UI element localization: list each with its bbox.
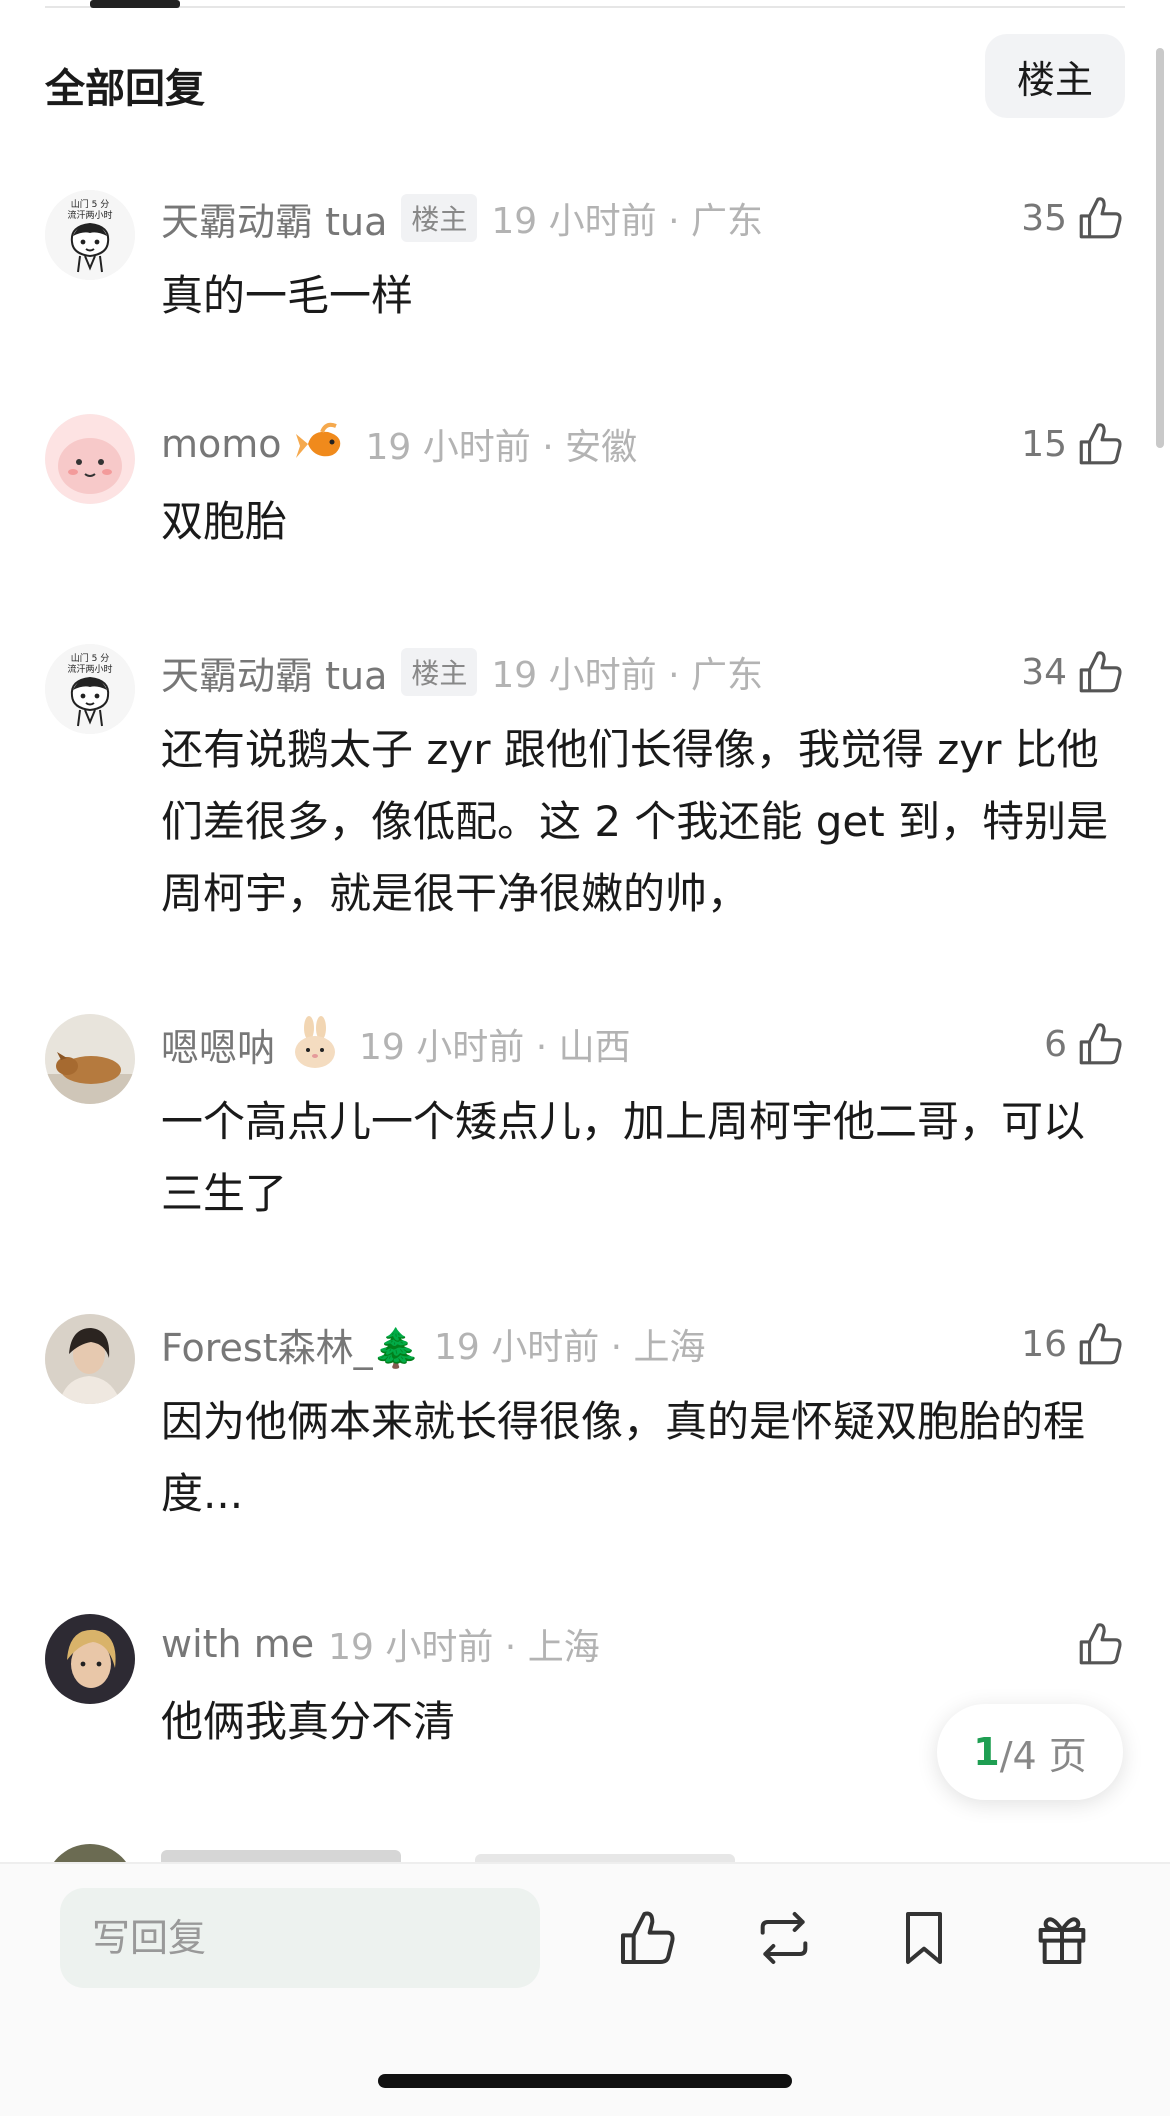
time-location: 19 小时前 · 山西 [359,1027,631,1068]
repost-icon[interactable] [752,1906,816,1970]
like-count: 15 [1021,423,1067,465]
like-button[interactable] [1067,1614,1125,1674]
total-pages: /4 页 [999,1733,1087,1778]
thumbs-up-icon [1079,423,1122,465]
op-only-filter-button[interactable]: 楼主 [985,34,1125,118]
comment-meta: Forest森林_🌲 19 小时前 · 上海 [161,1314,706,1374]
like-button[interactable]: 15 [1021,414,1125,474]
op-badge: 楼主 [401,648,478,696]
gift-icon[interactable] [1030,1906,1094,1970]
avatar[interactable]: 山门 5 分 流汗两小时 [45,190,135,280]
username[interactable]: momo [161,422,282,466]
username-placeholder [161,1850,401,1862]
avatar[interactable]: 山门 5 分 流汗两小时 [45,644,135,734]
comment-item: 山门 5 分 流汗两小时 天霸动霸 tua 楼主 19 小时前 · 广东 34 … [45,642,1125,922]
like-count: 34 [1021,651,1067,693]
like-button[interactable]: 16 [1021,1314,1125,1374]
comment-item: Forest森林_🌲 19 小时前 · 上海 16 因为他俩本来就长得很像，真的… [45,1314,1125,1518]
thumbs-up-icon [1079,1323,1122,1365]
username[interactable]: 天霸动霸 tua [161,645,387,700]
avatar[interactable] [45,1314,135,1404]
like-count: 16 [1021,1323,1067,1365]
time-location: 19 小时前 · 上海 [433,1327,706,1368]
top-divider [45,6,1125,8]
page-indicator[interactable]: 1/4 页 [937,1704,1123,1800]
username[interactable]: with me [161,1622,314,1666]
comment-meta: 天霸动霸 tua 楼主 19 小时前 · 广东 [161,188,763,248]
meme-avatar-icon: 山门 5 分 流汗两小时 [45,190,135,280]
thumbs-up-icon [1079,1023,1122,1065]
thumbs-up-icon [1079,197,1122,239]
comment-item: 山门 5 分 流汗两小时 天霸动霸 tua 楼主 19 小时前 · 广东 35 … [45,188,1125,320]
time-placeholder [475,1854,735,1862]
comment-meta: 嗯嗯呐 19 小时前 · 山西 [161,1014,631,1074]
thumbs-up-icon[interactable] [615,1906,679,1970]
goldfish-icon [295,422,340,458]
comment-meta: with me 19 小时前 · 上海 [161,1614,600,1674]
avatar-caption-2: 流汗两小时 [67,663,112,675]
avatar-caption-1: 山门 5 分 [71,652,109,664]
comment-text: 因为他俩本来就长得很像，真的是怀疑双胞胎的程度... [161,1397,1086,1518]
thumbs-up-icon [1079,1623,1122,1665]
home-indicator [378,2074,792,2088]
comment-text: 真的一毛一样 [161,271,414,320]
replies-header: 全部回复 楼主 [45,34,1125,118]
username[interactable]: 嗯嗯呐 [161,1017,275,1072]
like-button[interactable]: 34 [1021,642,1125,702]
portrait-avatar-icon [45,1314,135,1404]
like-count: 35 [1021,197,1067,239]
avatar[interactable] [45,414,135,504]
scrollbar[interactable] [1156,48,1164,448]
avatar-caption-2: 流汗两小时 [67,209,112,221]
dog-photo-avatar-icon [45,1014,135,1104]
partial-comment-item [45,1832,1125,1862]
time-location: 19 小时前 · 上海 [328,1627,600,1668]
comment-item: momo 19 小时前 · 安徽 15 双胞胎 [45,414,1125,546]
rabbit-icon [295,1016,336,1068]
pink-character-avatar-icon [45,414,135,504]
like-button[interactable]: 6 [1044,1014,1125,1074]
avatar-caption-1: 山门 5 分 [71,198,109,210]
comment-meta: momo 19 小时前 · 安徽 [161,414,637,474]
avatar[interactable] [45,1614,135,1704]
like-button[interactable]: 35 [1021,188,1125,248]
comment-text: 一个高点儿一个矮点儿，加上周柯宇他二哥，可以三生了 [161,1097,1086,1218]
time-location: 19 小时前 · 安徽 [365,427,638,468]
avatar[interactable] [45,1844,135,1862]
comment-text: 双胞胎 [161,497,288,546]
comment-meta: 天霸动霸 tua 楼主 19 小时前 · 广东 [161,642,763,702]
username[interactable]: 天霸动霸 tua [161,191,387,246]
like-count: 6 [1044,1023,1067,1065]
comment-item: 嗯嗯呐 19 小时前 · 山西 6 一个高点儿一个矮点儿，加上周柯宇他二哥，可以… [45,1014,1125,1218]
page-title: 全部回复 [45,66,205,112]
time-location: 19 小时前 · 广东 [491,201,763,242]
reply-input[interactable] [60,1888,540,1988]
current-page: 1 [973,1730,1000,1774]
tab-indicator [90,0,180,8]
bottom-action-bar [0,1862,1170,2116]
meme-avatar-icon: 山门 5 分 流汗两小时 [45,644,135,734]
bookmark-icon[interactable] [892,1906,956,1970]
thumbs-up-icon [1079,651,1122,693]
op-badge: 楼主 [401,194,478,242]
anime-avatar-icon [45,1614,135,1704]
comment-text: 还有说鹅太子 zyr 跟他们长得像，我觉得 zyr 比他们差很多，像低配。这 2… [161,725,1109,918]
time-location: 19 小时前 · 广东 [491,655,763,696]
avatar[interactable] [45,1014,135,1104]
username[interactable]: Forest森林_🌲 [161,1317,420,1372]
